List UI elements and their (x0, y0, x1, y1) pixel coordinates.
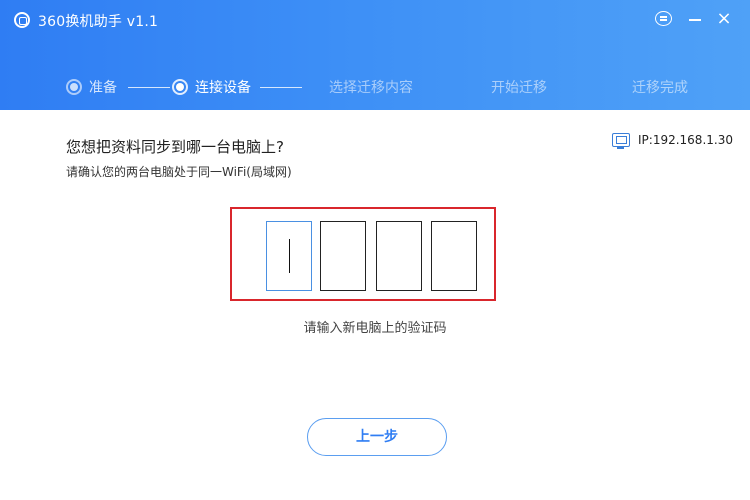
previous-step-button[interactable]: 上一步 (307, 418, 447, 456)
chat-icon[interactable] (652, 8, 676, 30)
app-logo-icon (14, 12, 30, 28)
header-banner: 360换机助手 v1.1 × 准备 连接设备 选择迁移内容 开始迁移 迁移完成 (0, 0, 750, 110)
step-label: 准备 (89, 80, 117, 96)
step-select-content: 选择迁移内容 (329, 74, 413, 100)
step-label: 迁移完成 (632, 80, 688, 96)
step-dot-icon (172, 79, 188, 95)
step-connect-device: 连接设备 (172, 74, 251, 100)
minimize-icon[interactable] (683, 8, 707, 30)
step-migration-complete: 迁移完成 (632, 74, 688, 100)
code-digit-3-input[interactable] (376, 221, 422, 291)
code-digit-1-input[interactable] (266, 221, 312, 291)
app-title: 360换机助手 v1.1 (38, 14, 159, 30)
step-prepare: 准备 (66, 74, 117, 100)
step-start-migration: 开始迁移 (491, 74, 547, 100)
close-icon[interactable]: × (712, 8, 736, 30)
ip-address: IP:192.168.1.30 (638, 133, 733, 147)
step-label: 开始迁移 (491, 80, 547, 96)
progress-steps: 准备 连接设备 选择迁移内容 开始迁移 迁移完成 (0, 74, 750, 100)
verification-hint: 请输入新电脑上的验证码 (303, 321, 447, 336)
step-label: 选择迁移内容 (329, 80, 413, 96)
step-connector (260, 87, 302, 88)
monitor-icon (612, 133, 630, 149)
step-dot-icon (66, 79, 82, 95)
page-question: 您想把资料同步到哪一台电脑上? (66, 138, 284, 156)
step-connector (128, 87, 170, 88)
wifi-instruction: 请确认您的两台电脑处于同一WiFi(局域网) (66, 165, 292, 179)
text-caret (289, 239, 290, 273)
code-digit-4-input[interactable] (431, 221, 477, 291)
title-bar: 360换机助手 v1.1 × (0, 0, 750, 40)
ip-address-display: IP:192.168.1.30 (612, 133, 733, 149)
step-label: 连接设备 (195, 80, 251, 96)
code-digit-2-input[interactable] (320, 221, 366, 291)
